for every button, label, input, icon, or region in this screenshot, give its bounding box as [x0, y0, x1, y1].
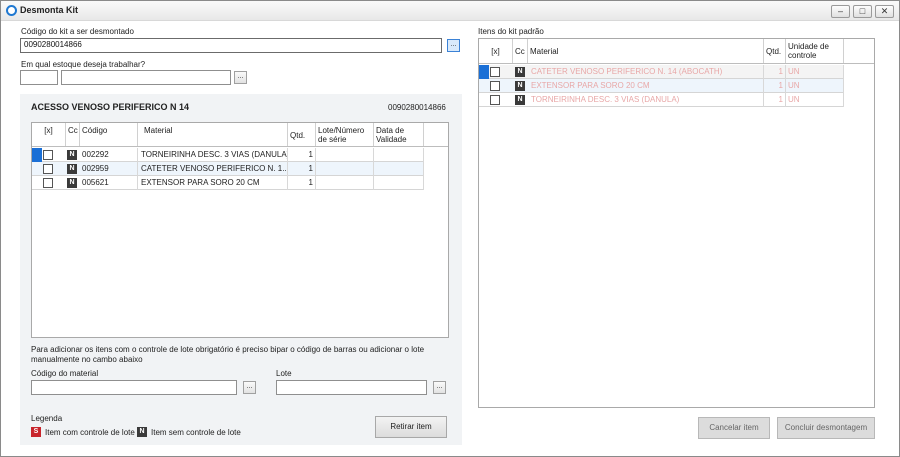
row-checkbox[interactable] — [43, 164, 53, 174]
cell-expiry[interactable] — [374, 148, 424, 162]
table-row[interactable]: N TORNEIRINHA DESC. 3 VIAS (DANULA) 1 UN — [479, 93, 844, 107]
col-header-lot[interactable]: Lote/Número de série — [316, 123, 374, 146]
cell-qty: 1 — [764, 79, 786, 93]
row-selection-marker — [32, 148, 42, 162]
material-code-input[interactable] — [31, 380, 237, 395]
table-row[interactable]: N CATETER VENOSO PERIFERICO N. 14 (ABOCA… — [479, 65, 844, 79]
col-header-material[interactable]: Material — [528, 39, 764, 63]
lot-label: Lote — [276, 369, 292, 378]
window-title: Desmonta Kit — [20, 5, 79, 15]
table-row[interactable]: N 002292 TORNEIRINHA DESC. 3 VIAS (DANUL… — [32, 148, 424, 162]
title-bar: Desmonta Kit – □ ✕ — [1, 1, 899, 21]
cell-material: CATETER VENOSO PERIFERICO N. 1... — [138, 162, 288, 176]
minimize-button[interactable]: – — [831, 5, 850, 18]
stock-name-input[interactable] — [61, 70, 231, 85]
cell-unit: UN — [786, 93, 844, 107]
legend-lot-control-text: Item com controle de lote — [45, 428, 135, 437]
lot-control-badge: S — [31, 427, 41, 437]
app-icon — [6, 5, 17, 16]
no-lot-control-badge: N — [515, 95, 525, 105]
col-header-material[interactable]: Material — [138, 123, 288, 146]
kit-name: ACESSO VENOSO PERIFERICO N 14 — [31, 102, 190, 112]
lot-help-text: Para adicionar os itens com o controle d… — [31, 345, 425, 364]
col-header-qty[interactable]: Qtd. — [764, 39, 786, 63]
standard-kit-items-title: Itens do kit padrão — [478, 27, 544, 36]
no-lot-control-badge: N — [67, 164, 77, 174]
kit-items-grid: [x] Cc Código Material Qtd. Lote/Número … — [31, 122, 449, 338]
col-header-unit[interactable]: Unidade de controle — [786, 39, 844, 63]
close-button[interactable]: ✕ — [875, 5, 894, 18]
no-lot-control-badge: N — [67, 178, 77, 188]
cell-qty: 1 — [288, 148, 316, 162]
cell-qty: 1 — [288, 162, 316, 176]
grid-header: [x] Cc Código Material Qtd. Lote/Número … — [32, 123, 448, 147]
no-lot-control-badge: N — [137, 427, 147, 437]
cell-qty: 1 — [764, 93, 786, 107]
cell-lot[interactable] — [316, 176, 374, 190]
cell-code: 002959 — [80, 162, 138, 176]
row-checkbox[interactable] — [490, 67, 500, 77]
kit-code-label: Código do kit a ser desmontado — [21, 27, 134, 36]
table-row[interactable]: N 005621 EXTENSOR PARA SORO 20 CM 1 — [32, 176, 424, 190]
legend-title: Legenda — [31, 414, 63, 423]
desmonta-kit-window: Desmonta Kit – □ ✕ Código do kit a ser d… — [0, 0, 900, 457]
row-checkbox[interactable] — [490, 95, 500, 105]
remove-item-button[interactable]: Retirar item — [375, 416, 447, 438]
col-header-qty[interactable]: Qtd. — [288, 123, 316, 146]
standard-kit-grid: [x] Cc Material Qtd. Unidade de controle… — [478, 38, 875, 408]
col-header-expiry[interactable]: Data de Validade — [374, 123, 424, 146]
kit-number: 0090280014866 — [388, 103, 446, 112]
maximize-button[interactable]: □ — [853, 5, 872, 18]
cell-unit: UN — [786, 79, 844, 93]
row-selection-marker — [479, 65, 489, 79]
stock-label: Em qual estoque deseja trabalhar? — [21, 60, 146, 69]
no-lot-control-badge: N — [67, 150, 77, 160]
cell-material: EXTENSOR PARA SORO 20 CM — [138, 176, 288, 190]
legend-no-lot-control-text: Item sem controle de lote — [151, 428, 241, 437]
cell-lot[interactable] — [316, 148, 374, 162]
col-header-cc[interactable]: Cc — [513, 39, 528, 63]
kit-code-input[interactable]: 0090280014866 — [20, 38, 442, 53]
cell-code: 005621 — [80, 176, 138, 190]
cell-material: EXTENSOR PARA SORO 20 CM — [528, 79, 764, 93]
cell-qty: 1 — [764, 65, 786, 79]
col-header-cc[interactable]: Cc — [66, 123, 80, 146]
col-header-code[interactable]: Código — [80, 123, 138, 146]
cell-material: CATETER VENOSO PERIFERICO N. 14 (ABOCATH… — [528, 65, 764, 79]
cell-material: TORNEIRINHA DESC. 3 VIAS (DANULA) — [528, 93, 764, 107]
row-checkbox[interactable] — [43, 178, 53, 188]
table-row[interactable]: N EXTENSOR PARA SORO 20 CM 1 UN — [479, 79, 844, 93]
finish-disassembly-button[interactable]: Concluir desmontagem — [777, 417, 875, 439]
cell-qty: 1 — [288, 176, 316, 190]
row-checkbox[interactable] — [43, 150, 53, 160]
col-header-select[interactable]: [x] — [479, 39, 513, 63]
no-lot-control-badge: N — [515, 81, 525, 91]
kit-code-browse-button[interactable]: ... — [447, 39, 460, 52]
material-code-label: Código do material — [31, 369, 99, 378]
cell-expiry[interactable] — [374, 162, 424, 176]
cell-unit: UN — [786, 65, 844, 79]
col-header-select[interactable]: [x] — [32, 123, 66, 146]
stock-browse-button[interactable]: ... — [234, 71, 247, 84]
lot-input[interactable] — [276, 380, 427, 395]
material-browse-button[interactable]: ... — [243, 381, 256, 394]
cell-expiry[interactable] — [374, 176, 424, 190]
cancel-item-button[interactable]: Cancelar item — [698, 417, 770, 439]
cell-lot[interactable] — [316, 162, 374, 176]
cell-code: 002292 — [80, 148, 138, 162]
row-checkbox[interactable] — [490, 81, 500, 91]
kit-panel: ACESSO VENOSO PERIFERICO N 14 0090280014… — [20, 94, 462, 445]
table-row[interactable]: N 002959 CATETER VENOSO PERIFERICO N. 1.… — [32, 162, 424, 176]
cell-material: TORNEIRINHA DESC. 3 VIAS (DANULA) — [138, 148, 288, 162]
grid-header: [x] Cc Material Qtd. Unidade de controle — [479, 39, 874, 64]
no-lot-control-badge: N — [515, 67, 525, 77]
lot-browse-button[interactable]: ... — [433, 381, 446, 394]
stock-code-input[interactable] — [20, 70, 58, 85]
